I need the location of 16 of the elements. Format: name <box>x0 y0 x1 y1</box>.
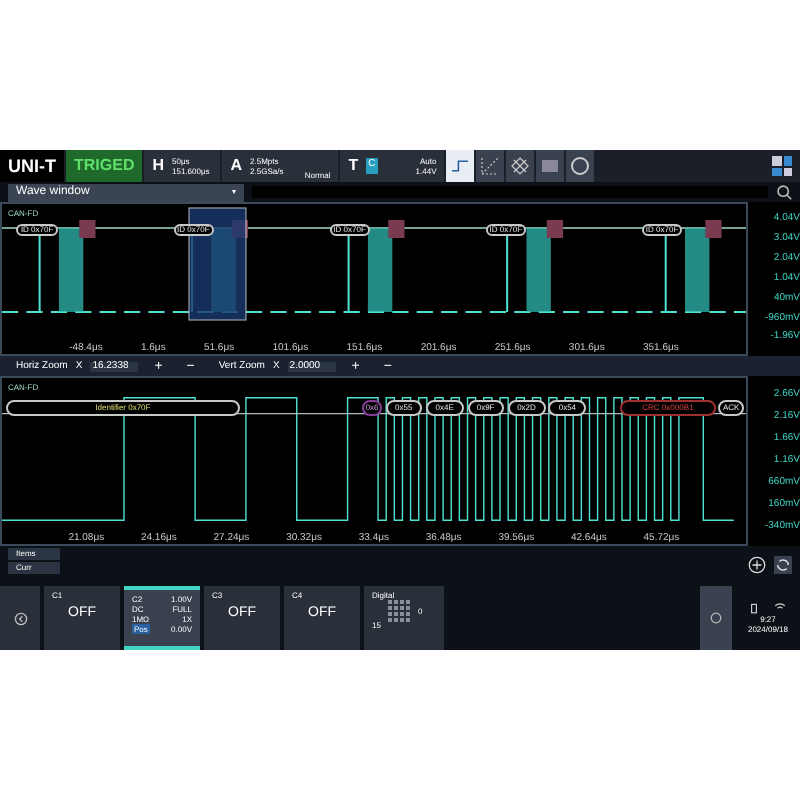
brand-logo: UNI-T <box>0 150 64 182</box>
edge-icon[interactable] <box>446 150 475 182</box>
display-icon[interactable] <box>536 150 565 182</box>
refresh-icon[interactable] <box>774 556 792 574</box>
pattern-icon[interactable] <box>506 150 535 182</box>
trigger-status: TRIGED <box>66 150 143 182</box>
circle-icon <box>710 612 722 624</box>
search-icon[interactable] <box>776 184 792 200</box>
wifi-icon <box>774 602 786 612</box>
usb-icon <box>750 602 758 614</box>
back-button[interactable] <box>0 586 40 650</box>
digital-grid-icon <box>388 600 410 622</box>
layout-icon[interactable] <box>772 156 792 176</box>
cursor-icon[interactable] <box>476 150 505 182</box>
chevron-left-icon <box>13 611 27 625</box>
add-icon[interactable] <box>748 556 766 574</box>
